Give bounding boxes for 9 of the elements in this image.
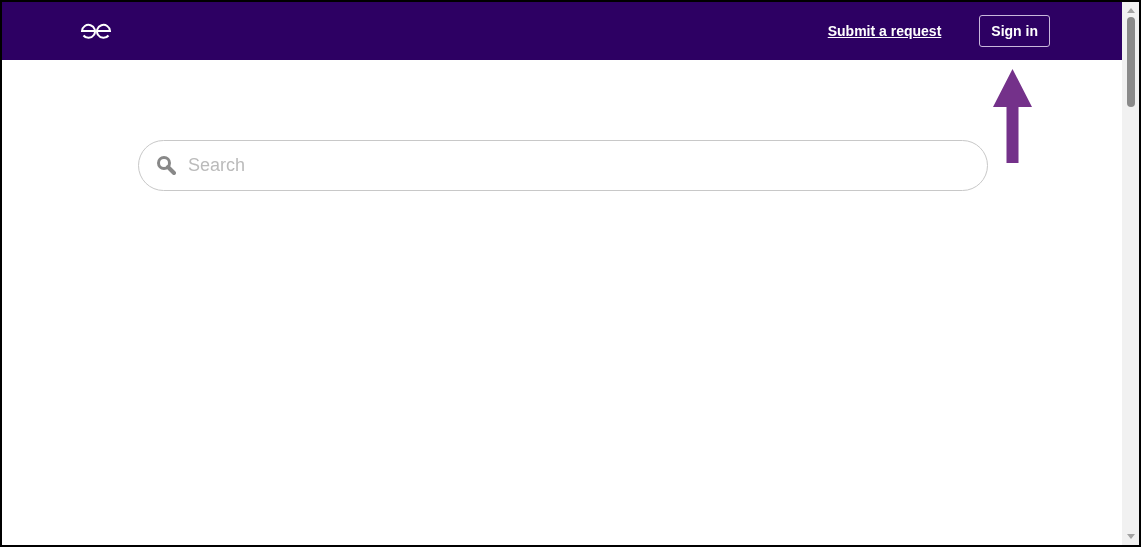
scroll-up-icon[interactable] — [1126, 8, 1135, 13]
scrollbar-thumb[interactable] — [1126, 17, 1135, 107]
search-field[interactable]: Search — [138, 140, 988, 191]
logo-icon[interactable] — [80, 23, 112, 39]
search-icon — [156, 155, 176, 175]
scroll-down-icon[interactable] — [1126, 534, 1135, 539]
arrow-icon — [993, 69, 1032, 163]
submit-request-link[interactable]: Submit a request — [827, 23, 942, 39]
sign-in-button[interactable]: Sign in — [979, 15, 1050, 47]
